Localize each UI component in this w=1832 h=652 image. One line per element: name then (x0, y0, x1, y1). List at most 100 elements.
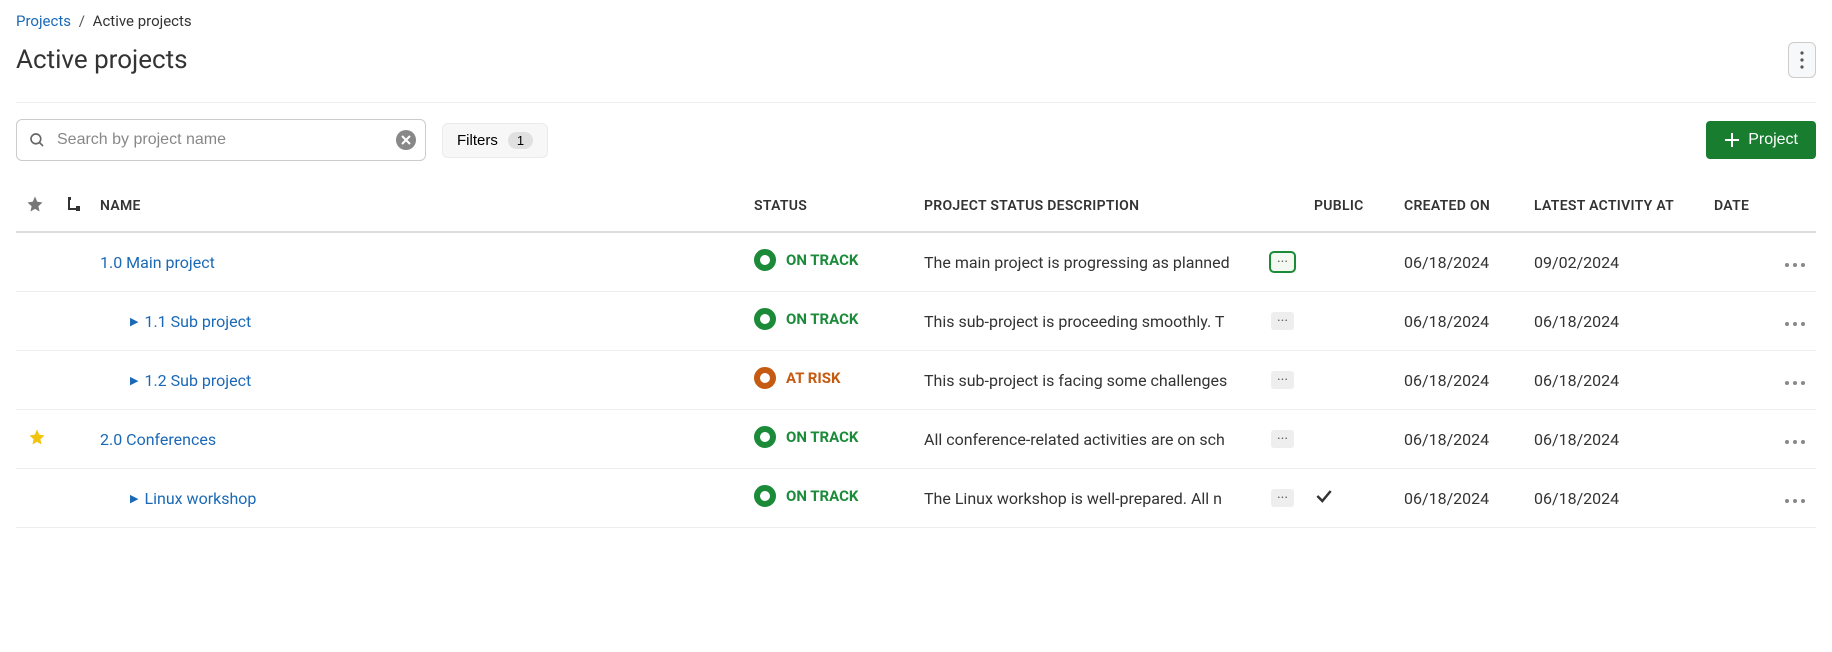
latest-activity-cell: 06/18/2024 (1524, 292, 1704, 351)
created-on-cell: 06/18/2024 (1394, 469, 1524, 528)
row-actions-button[interactable] (1774, 351, 1816, 410)
status-cell: ON TRACK (744, 469, 914, 528)
favorite-cell[interactable] (16, 232, 58, 292)
create-project-button[interactable]: Project (1706, 121, 1816, 159)
status-cell: AT RISK (744, 351, 914, 410)
filters-button[interactable]: Filters 1 (442, 123, 548, 158)
table-row: ▶ 1.1 Sub project ON TRACK This sub-project… (16, 292, 1816, 351)
description-text: All conference-related activities are on… (924, 430, 1265, 449)
column-description[interactable]: Project status description (914, 181, 1304, 232)
description-expand-button[interactable]: ··· (1271, 253, 1294, 271)
more-horizontal-icon (1784, 498, 1806, 504)
name-cell: 1.0 Main project (90, 232, 744, 292)
favorite-cell[interactable] (16, 469, 58, 528)
column-date[interactable]: Date (1704, 181, 1774, 232)
more-vertical-icon (1800, 51, 1804, 69)
breadcrumb: Projects / Active projects (16, 12, 1816, 30)
column-hierarchy[interactable] (58, 181, 90, 232)
status-label: ON TRACK (786, 428, 858, 446)
latest-activity-cell: 06/18/2024 (1524, 351, 1704, 410)
chevron-right-icon[interactable]: ▶ (130, 374, 138, 387)
column-status[interactable]: Status (744, 181, 914, 232)
status-badge: ON TRACK (754, 485, 858, 507)
name-cell: ▶ 1.2 Sub project (90, 351, 744, 410)
date-cell (1704, 232, 1774, 292)
status-badge: AT RISK (754, 367, 841, 389)
description-expand-button[interactable]: ··· (1271, 489, 1294, 507)
page-title: Active projects (16, 45, 188, 75)
plus-icon (1724, 132, 1740, 148)
description-cell: This sub-project is proceeding smoothly.… (914, 292, 1304, 351)
row-actions-button[interactable] (1774, 232, 1816, 292)
description-text: The main project is progressing as plann… (924, 253, 1265, 272)
description-expand-button[interactable]: ··· (1271, 312, 1294, 330)
description-text: This sub-project is proceeding smoothly.… (924, 312, 1265, 331)
created-on-cell: 06/18/2024 (1394, 232, 1524, 292)
chevron-right-icon[interactable]: ▶ (130, 492, 138, 505)
hierarchy-cell (58, 232, 90, 292)
name-cell: 2.0 Conferences (90, 410, 744, 469)
more-horizontal-icon (1784, 439, 1806, 445)
hierarchy-cell (58, 292, 90, 351)
description-cell: This sub-project is facing some challeng… (914, 351, 1304, 410)
description-expand-button[interactable]: ··· (1271, 371, 1294, 389)
clear-search-button[interactable] (396, 130, 416, 150)
status-ring-icon (754, 367, 776, 389)
table-row: 1.0 Main project ON TRACK The main project… (16, 232, 1816, 292)
latest-activity-cell: 06/18/2024 (1524, 410, 1704, 469)
favorite-cell[interactable] (16, 410, 58, 469)
column-favorite[interactable] (16, 181, 58, 232)
filters-label: Filters (457, 132, 498, 149)
public-cell (1304, 410, 1394, 469)
created-on-cell: 06/18/2024 (1394, 292, 1524, 351)
status-cell: ON TRACK (744, 292, 914, 351)
row-actions-button[interactable] (1774, 469, 1816, 528)
hierarchy-cell (58, 469, 90, 528)
page-more-menu[interactable] (1788, 42, 1816, 78)
toolbar: Filters 1 Project (16, 119, 1816, 161)
date-cell (1704, 351, 1774, 410)
created-on-cell: 06/18/2024 (1394, 351, 1524, 410)
description-text: The Linux workshop is well-prepared. All… (924, 489, 1265, 508)
breadcrumb-root-link[interactable]: Projects (16, 12, 71, 30)
status-cell: ON TRACK (744, 410, 914, 469)
status-ring-icon (754, 249, 776, 271)
row-actions-button[interactable] (1774, 410, 1816, 469)
create-button-label: Project (1748, 131, 1798, 149)
breadcrumb-current: Active projects (93, 12, 192, 30)
breadcrumb-separator: / (79, 12, 85, 30)
latest-activity-cell: 09/02/2024 (1524, 232, 1704, 292)
chevron-right-icon[interactable]: ▶ (130, 315, 138, 328)
check-icon (1314, 486, 1334, 506)
public-cell (1304, 292, 1394, 351)
project-name-link[interactable]: 1.1 Sub project (144, 312, 251, 331)
column-public[interactable]: Public (1304, 181, 1394, 232)
column-latest-activity[interactable]: Latest activity at (1524, 181, 1704, 232)
row-actions-button[interactable] (1774, 292, 1816, 351)
public-cell (1304, 351, 1394, 410)
search-icon (28, 131, 46, 149)
description-cell: The Linux workshop is well-prepared. All… (914, 469, 1304, 528)
status-cell: ON TRACK (744, 232, 914, 292)
description-cell: All conference-related activities are on… (914, 410, 1304, 469)
favorite-cell[interactable] (16, 292, 58, 351)
project-name-link[interactable]: 1.0 Main project (100, 253, 215, 272)
more-horizontal-icon (1784, 380, 1806, 386)
project-name-link[interactable]: 1.2 Sub project (144, 371, 251, 390)
date-cell (1704, 410, 1774, 469)
favorite-cell[interactable] (16, 351, 58, 410)
column-name[interactable]: Name (90, 181, 744, 232)
status-badge: ON TRACK (754, 308, 858, 330)
search-input[interactable] (16, 119, 426, 161)
status-badge: ON TRACK (754, 249, 858, 271)
page-header: Active projects (16, 42, 1816, 103)
description-expand-button[interactable]: ··· (1271, 430, 1294, 448)
public-cell (1304, 469, 1394, 528)
project-name-link[interactable]: 2.0 Conferences (100, 430, 216, 449)
column-created-on[interactable]: Created on (1394, 181, 1524, 232)
project-name-link[interactable]: Linux workshop (144, 489, 256, 508)
status-ring-icon (754, 426, 776, 448)
table-row: 2.0 Conferences ON TRACK All conference-re… (16, 410, 1816, 469)
status-label: AT RISK (786, 369, 841, 387)
star-icon (26, 195, 44, 213)
